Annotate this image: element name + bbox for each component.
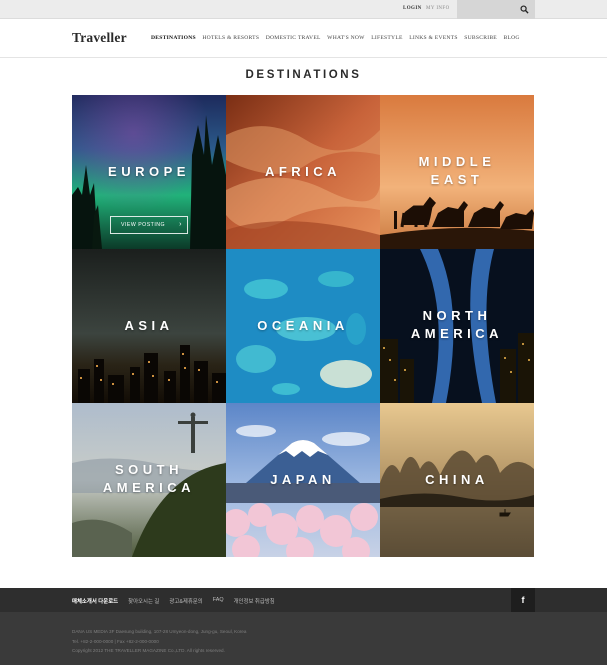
destination-label: EUROPE	[108, 164, 190, 179]
footer-link-faq[interactable]: FAQ	[213, 597, 224, 605]
view-posting-button[interactable]: VIEW POSTING ›	[110, 216, 188, 234]
nav-lifestyle[interactable]: LIFESTYLE	[371, 35, 402, 41]
destination-label: ASIA	[124, 318, 174, 333]
nav-whats-now[interactable]: WHAT'S NOW	[327, 35, 365, 41]
destination-label: JAPAN	[270, 472, 336, 487]
destination-label: AFRICA	[264, 164, 342, 179]
my-info-link[interactable]: MY INFO	[426, 6, 450, 11]
destination-label: NORTH AMERICA	[410, 308, 504, 341]
footer-link-media-kit[interactable]: 매체소개서 다운로드	[72, 597, 118, 605]
destination-tile-south-america[interactable]: SOUTH AMERICA	[72, 403, 226, 557]
destination-tile-china[interactable]: CHINA	[380, 403, 534, 557]
footer-links: 매체소개서 다운로드 찾아오시는 길 광고&제휴문의 FAQ 개인정보 취급방침	[72, 597, 285, 605]
site-logo[interactable]: Traveller	[72, 30, 127, 46]
destination-grid: EUROPE VIEW POSTING › AFRICA MIDDLE EAST…	[72, 95, 535, 558]
search-input[interactable]	[457, 0, 517, 19]
site-header: Traveller DESTINATIONS HOTELS & RESORTS …	[0, 19, 607, 58]
search-icon[interactable]	[520, 5, 529, 14]
nav-hotels-resorts[interactable]: HOTELS & RESORTS	[202, 35, 259, 41]
nav-blog[interactable]: BLOG	[503, 35, 519, 41]
nav-subscribe[interactable]: SUBSCRIBE	[464, 35, 497, 41]
destination-tile-europe[interactable]: EUROPE VIEW POSTING ›	[72, 95, 226, 249]
destination-label: CHINA	[425, 472, 489, 487]
nav-destinations[interactable]: DESTINATIONS	[151, 35, 196, 41]
footer-link-ad-inquiry[interactable]: 광고&제휴문의	[169, 597, 202, 605]
destination-tile-oceania[interactable]: OCEANIA	[226, 249, 380, 403]
nav-domestic-travel[interactable]: DOMESTIC TRAVEL	[266, 35, 321, 41]
footer-links-bar: 매체소개서 다운로드 찾아오시는 길 광고&제휴문의 FAQ 개인정보 취급방침…	[0, 588, 607, 612]
destination-tile-north-america[interactable]: NORTH AMERICA	[380, 249, 534, 403]
page-title: DESTINATIONS	[245, 69, 362, 81]
login-link[interactable]: LOGIN	[403, 6, 422, 11]
footer-company-info: DANA US MEDIA 3F Daesung building, 107-2…	[72, 627, 246, 656]
footer-copyright: Copyright 2012 THE TRAVELLER MAGAZINE Co…	[72, 648, 225, 653]
view-posting-label: VIEW POSTING	[121, 222, 166, 228]
destination-label: MIDDLE EAST	[418, 154, 496, 187]
destination-label: OCEANIA	[257, 318, 349, 333]
main-nav: DESTINATIONS HOTELS & RESORTS DOMESTIC T…	[151, 35, 526, 41]
chevron-right-icon: ›	[179, 221, 182, 228]
footer-link-privacy[interactable]: 개인정보 취급방침	[234, 597, 275, 605]
facebook-icon[interactable]: f	[511, 588, 535, 612]
nav-links-events[interactable]: LINKS & EVENTS	[409, 35, 458, 41]
footer-link-directions[interactable]: 찾아오시는 길	[128, 597, 159, 605]
search-box	[457, 0, 535, 19]
top-utility-bar: LOGIN MY INFO	[0, 0, 607, 19]
destination-tile-japan[interactable]: JAPAN	[226, 403, 380, 557]
footer-address: DANA US MEDIA 3F Daesung building, 107-2…	[72, 629, 247, 634]
footer-contact: Tel. +82-2-000-0000 | Fax +82-2-000-0000	[72, 638, 159, 644]
destination-tile-asia[interactable]: ASIA	[72, 249, 226, 403]
destination-label: SOUTH AMERICA	[102, 462, 196, 495]
destination-tile-africa[interactable]: AFRICA	[226, 95, 380, 249]
destination-tile-middle-east[interactable]: MIDDLE EAST	[380, 95, 534, 249]
footer-info-bar: DANA US MEDIA 3F Daesung building, 107-2…	[0, 612, 607, 665]
